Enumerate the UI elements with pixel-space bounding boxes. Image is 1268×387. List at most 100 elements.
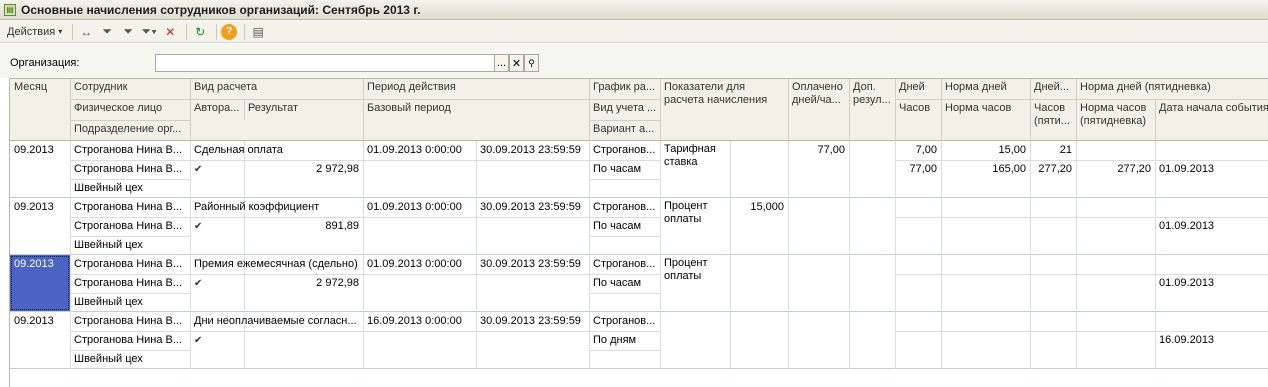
col-period[interactable]: Период действия <box>363 79 589 95</box>
cell-person[interactable]: Строганова Нина В... <box>70 274 190 293</box>
cell-calc-type[interactable]: Районный коэффициент <box>190 198 363 217</box>
cell-period-from[interactable]: 16.09.2013 0:00:00 <box>363 312 476 331</box>
col-person[interactable]: Физическое лицо <box>70 100 190 116</box>
col-employee[interactable]: Сотрудник <box>70 79 190 95</box>
cell-department[interactable]: Швейный цех <box>70 293 190 312</box>
cell-period-from[interactable]: 01.09.2013 0:00:00 <box>363 141 476 160</box>
cell-hours5[interactable] <box>1030 274 1076 293</box>
cell-norm-days[interactable] <box>941 198 1030 217</box>
cell-hours5[interactable]: 277,20 <box>1030 160 1076 179</box>
cell-employee[interactable]: Строганова Нина В... <box>70 198 190 217</box>
cell-norm-days[interactable] <box>941 255 1030 274</box>
cell-department[interactable]: Швейный цех <box>70 236 190 255</box>
change-period-icon[interactable]: ↔ <box>77 23 95 41</box>
author-check-icon[interactable]: ✔ <box>190 274 244 293</box>
organization-search-icon[interactable]: ⚲ <box>524 54 539 72</box>
cell-schedule[interactable]: Строганов... <box>589 141 660 160</box>
cell-indicator-name[interactable] <box>660 312 730 367</box>
cell-result[interactable] <box>244 331 363 350</box>
cell-period-from[interactable]: 01.09.2013 0:00:00 <box>363 198 476 217</box>
col-indicators[interactable]: Показатели для расчета начисления <box>660 79 788 109</box>
cell-account-type[interactable]: По часам <box>589 217 660 236</box>
table-row[interactable]: 09.2013 Строганова Нина В... Строганова Ни… <box>10 255 1268 312</box>
help-icon[interactable]: ? <box>221 23 238 40</box>
cell-calc-type[interactable]: Премия ежемесячная (сдельно) <box>190 255 363 274</box>
cell-account-type[interactable]: По часам <box>589 274 660 293</box>
col-norm-hours[interactable]: Норма часов <box>941 100 1030 116</box>
cell-hours5[interactable] <box>1030 217 1076 236</box>
cell-period-to[interactable]: 30.09.2013 23:59:59 <box>476 312 589 331</box>
cell-result[interactable]: 891,89 <box>244 217 363 236</box>
cell-month[interactable]: 09.2013 <box>10 141 70 160</box>
cell-calc-type[interactable]: Сдельная оплата <box>190 141 363 160</box>
author-check-icon[interactable]: ✔ <box>190 217 244 236</box>
cell-days5[interactable] <box>1030 198 1076 217</box>
cell-employee[interactable]: Строганова Нина В... <box>70 141 190 160</box>
cell-result[interactable]: 2 972,98 <box>244 160 363 179</box>
refresh-icon[interactable]: ↻ <box>191 23 209 41</box>
cell-days5[interactable] <box>1030 312 1076 331</box>
col-days5[interactable]: Дней... <box>1030 79 1076 95</box>
cell-person[interactable]: Строганова Нина В... <box>70 217 190 236</box>
cell-department[interactable]: Швейный цех <box>70 350 190 369</box>
col-norm-days5[interactable]: Норма дней (пятидневка) <box>1076 79 1268 95</box>
cell-person[interactable]: Строганова Нина В... <box>70 160 190 179</box>
cell-paid[interactable] <box>788 312 849 331</box>
cell-norm-hours5[interactable]: 277,20 <box>1076 160 1155 179</box>
organization-clear-icon[interactable]: ✕ <box>509 54 524 72</box>
col-hours[interactable]: Часов <box>895 100 941 116</box>
cell-hours5[interactable] <box>1030 331 1076 350</box>
cell-paid[interactable] <box>788 198 849 217</box>
cell-period-from[interactable]: 01.09.2013 0:00:00 <box>363 255 476 274</box>
cell-schedule[interactable]: Строганов... <box>589 255 660 274</box>
col-schedule[interactable]: График ра... <box>589 79 660 95</box>
cell-result[interactable]: 2 972,98 <box>244 274 363 293</box>
cell-employee[interactable]: Строганова Нина В... <box>70 312 190 331</box>
col-month[interactable]: Месяц <box>10 79 70 95</box>
cell-indicator-name[interactable]: Процент оплаты <box>660 255 730 310</box>
cell-indicator-value[interactable] <box>730 141 788 160</box>
cell-account-type[interactable]: По часам <box>589 160 660 179</box>
organization-select-button[interactable]: ... <box>494 54 509 72</box>
organization-input[interactable] <box>155 54 495 72</box>
cell-norm-hours5[interactable] <box>1076 274 1155 293</box>
cell-days5[interactable]: 21 <box>1030 141 1076 160</box>
cell-paid[interactable] <box>788 255 849 274</box>
table-row[interactable]: 09.2013 Строганова Нина В... Строганова Ни… <box>10 312 1268 369</box>
cell-days[interactable] <box>895 198 941 217</box>
col-author[interactable]: Автора... <box>190 100 244 116</box>
col-variant[interactable]: Вариант а... <box>589 121 660 137</box>
cell-period-to[interactable]: 30.09.2013 23:59:59 <box>476 255 589 274</box>
cell-event-start[interactable]: 01.09.2013 <box>1155 160 1268 179</box>
filter-icon[interactable]: ⏷ <box>98 23 116 41</box>
cell-hours[interactable] <box>895 274 941 293</box>
cell-event-start[interactable]: 16.09.2013 <box>1155 331 1268 350</box>
cell-norm-hours5[interactable] <box>1076 217 1155 236</box>
filter-by-value-icon[interactable]: ⏷ <box>119 23 137 41</box>
cell-period-to[interactable]: 30.09.2013 23:59:59 <box>476 198 589 217</box>
cell-schedule[interactable]: Строганов... <box>589 312 660 331</box>
cell-month[interactable]: 09.2013 <box>10 312 70 331</box>
actions-menu-button[interactable]: Действия ▾ <box>4 23 65 41</box>
cell-calc-type[interactable]: Дни неоплачиваемые согласн... <box>190 312 363 331</box>
col-days[interactable]: Дней <box>895 79 941 95</box>
clear-filter-icon[interactable]: ✕ <box>161 23 179 41</box>
col-extra[interactable]: Доп. резул... <box>849 79 895 119</box>
col-norm-days[interactable]: Норма дней <box>941 79 1030 95</box>
cell-norm-hours[interactable]: 165,00 <box>941 160 1030 179</box>
cell-hours[interactable] <box>895 331 941 350</box>
cell-days[interactable] <box>895 255 941 274</box>
cell-hours[interactable] <box>895 217 941 236</box>
cell-norm-hours[interactable] <box>941 274 1030 293</box>
report-icon[interactable]: ▤ <box>249 23 267 41</box>
col-event-start[interactable]: Дата начала события <box>1155 100 1268 116</box>
cell-department[interactable]: Швейный цех <box>70 179 190 198</box>
cell-month[interactable]: 09.2013 <box>10 255 70 311</box>
cell-period-to[interactable]: 30.09.2013 23:59:59 <box>476 141 589 160</box>
author-check-icon[interactable]: ✔ <box>190 331 244 350</box>
cell-norm-days[interactable] <box>941 312 1030 331</box>
cell-indicator-value[interactable] <box>730 255 788 274</box>
cell-days[interactable] <box>895 312 941 331</box>
col-department[interactable]: Подразделение орг... <box>70 121 190 137</box>
cell-norm-days[interactable]: 15,00 <box>941 141 1030 160</box>
